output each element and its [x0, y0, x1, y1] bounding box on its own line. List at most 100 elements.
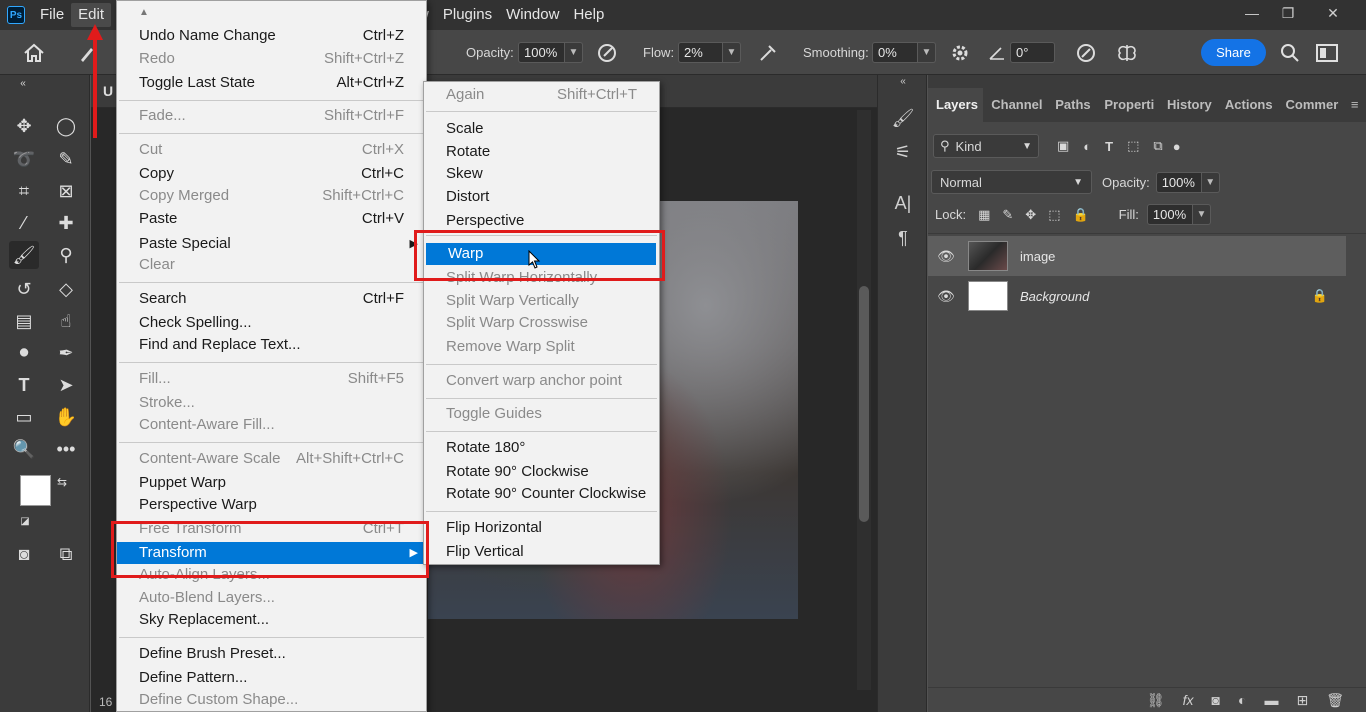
filter-image-icon[interactable]: ▣ [1057, 138, 1069, 154]
smoothing-field[interactable]: 0% [872, 42, 918, 63]
menu-item-fade[interactable]: Fade... Shift+Ctrl+F [117, 105, 426, 127]
collapse-icon[interactable]: « [8, 77, 38, 89]
menu-item-check-spelling[interactable]: Check Spelling... [117, 312, 426, 334]
eye-icon[interactable]: 👁 [928, 248, 964, 265]
character-panel-icon[interactable]: A| [888, 190, 918, 216]
quick-selection-tool-icon[interactable]: ✎ [51, 145, 81, 173]
menu-item-search[interactable]: Search Ctrl+F [117, 288, 426, 310]
foreground-color-swatch[interactable] [20, 475, 51, 506]
more-tools-icon[interactable]: ••• [51, 435, 81, 463]
zoom-tool-icon[interactable]: 🔍 [9, 435, 39, 463]
submenu-item-split-warp-crosswise[interactable]: Split Warp Crosswise [424, 312, 659, 334]
filter-kind-dropdown[interactable]: ⚲ Kind ▼ [933, 134, 1039, 158]
scroll-up-icon[interactable]: ▲ [139, 7, 149, 18]
menu-help[interactable]: Help [566, 3, 611, 27]
tab-layers[interactable]: Layers [928, 88, 984, 122]
adjustment-layer-icon[interactable]: ◐ [1238, 692, 1246, 708]
opacity-field[interactable]: 100% [518, 42, 565, 63]
airbrush-icon[interactable] [757, 30, 779, 75]
lock-position-icon[interactable]: ✥ [1025, 207, 1036, 223]
restore-button[interactable]: ❐ [1266, 2, 1310, 24]
pressure-size-icon[interactable] [1075, 30, 1097, 75]
menu-item-find-replace-text[interactable]: Find and Replace Text... [117, 334, 426, 356]
menu-item-define-custom-shape[interactable]: Define Custom Shape... [117, 689, 426, 711]
brush-tool-icon[interactable]: 🖌 [9, 241, 39, 269]
submenu-item-perspective[interactable]: Perspective [424, 210, 659, 232]
home-icon[interactable] [22, 30, 46, 75]
submenu-item-flip-vertical[interactable]: Flip Vertical [424, 541, 659, 563]
eye-icon[interactable]: 👁 [928, 288, 964, 305]
eyedropper-tool-icon[interactable]: ⁄ [9, 209, 39, 237]
tab-channels[interactable]: Channel [983, 88, 1047, 122]
path-selection-tool-icon[interactable]: ➤ [51, 371, 81, 399]
menu-item-copy[interactable]: Copy Ctrl+C [117, 163, 426, 185]
new-layer-icon[interactable]: ⊞ [1296, 692, 1308, 709]
menu-file[interactable]: File [33, 3, 71, 27]
menu-item-auto-align-layers[interactable]: Auto-Align Layers... [117, 564, 426, 586]
chevron-down-icon[interactable]: ▼ [918, 42, 936, 63]
marquee-tool-icon[interactable]: ◯ [51, 112, 81, 140]
filter-shape-icon[interactable]: ⬚ [1127, 138, 1139, 154]
search-icon[interactable] [1280, 30, 1300, 75]
menu-window[interactable]: Window [499, 3, 566, 27]
lock-artboard-icon[interactable]: ⬚ [1048, 207, 1060, 223]
share-button[interactable]: Share [1201, 39, 1266, 66]
smudge-tool-icon[interactable]: ☝ [51, 307, 81, 335]
submenu-item-again[interactable]: Again Shift+Ctrl+T [424, 84, 659, 106]
filter-smart-object-icon[interactable]: ⧉ [1153, 138, 1162, 154]
eraser-tool-icon[interactable]: ◇ [51, 275, 81, 303]
menu-item-free-transform[interactable]: Free Transform Ctrl+T [117, 518, 426, 540]
submenu-item-toggle-guides[interactable]: Toggle Guides [424, 403, 659, 425]
chevron-down-icon[interactable]: ▼ [565, 42, 583, 63]
screen-mode-icon[interactable]: ⧉ [51, 540, 81, 568]
submenu-item-split-warp-vertically[interactable]: Split Warp Vertically [424, 290, 659, 312]
submenu-item-rotate-180[interactable]: Rotate 180° [424, 437, 659, 459]
chevron-down-icon[interactable]: ▼ [1192, 204, 1211, 225]
gear-icon[interactable] [949, 30, 971, 75]
fx-icon[interactable]: fx [1183, 692, 1194, 708]
submenu-item-scale[interactable]: Scale [424, 118, 659, 140]
menu-item-clear[interactable]: Clear [117, 254, 426, 276]
menu-item-paste[interactable]: Paste Ctrl+V [117, 208, 426, 230]
pressure-opacity-icon[interactable] [596, 30, 618, 75]
default-colors-icon[interactable]: ◪ [16, 513, 34, 529]
submenu-item-convert-warp-anchor-point[interactable]: Convert warp anchor point [424, 370, 659, 392]
history-brush-tool-icon[interactable]: ↺ [9, 275, 39, 303]
menu-item-content-aware-scale[interactable]: Content-Aware Scale Alt+Shift+Ctrl+C [117, 448, 426, 470]
filter-toggle-icon[interactable]: ● [1173, 139, 1181, 154]
move-tool-icon[interactable]: ✥ [9, 112, 39, 140]
link-layers-icon[interactable]: ⛓ [1147, 692, 1165, 709]
frame-tool-icon[interactable]: ⊠ [51, 177, 81, 205]
crop-tool-icon[interactable]: ⌗ [9, 177, 39, 205]
fill-field[interactable]: 100% [1146, 204, 1193, 225]
chevron-down-icon[interactable]: ▼ [723, 42, 741, 63]
submenu-item-skew[interactable]: Skew [424, 163, 659, 185]
flow-field[interactable]: 2% [678, 42, 723, 63]
menu-plugins[interactable]: Plugins [436, 3, 499, 27]
submenu-item-distort[interactable]: Distort [424, 186, 659, 208]
lock-pixels-icon[interactable]: ▦ [978, 207, 990, 223]
menu-item-paste-special[interactable]: Paste Special ▶ [117, 233, 426, 255]
paragraph-panel-icon[interactable]: ¶ [888, 225, 918, 251]
menu-item-stroke[interactable]: Stroke... [117, 392, 426, 414]
menu-item-transform[interactable]: Transform ▶ [117, 542, 426, 564]
tab-paths[interactable]: Paths [1047, 88, 1096, 122]
trash-icon[interactable]: 🗑 [1326, 692, 1344, 709]
adjustments-icon[interactable]: ⚟ [888, 139, 918, 165]
lock-paint-icon[interactable]: ✎ [1002, 207, 1013, 223]
menu-item-copy-merged[interactable]: Copy Merged Shift+Ctrl+C [117, 185, 426, 207]
submenu-item-remove-warp-split[interactable]: Remove Warp Split [424, 336, 659, 358]
menu-item-content-aware-fill[interactable]: Content-Aware Fill... [117, 414, 426, 436]
gradient-tool-icon[interactable]: ▤ [9, 307, 39, 335]
tab-comments[interactable]: Commer [1278, 88, 1343, 122]
menu-item-sky-replacement[interactable]: Sky Replacement... [117, 609, 426, 631]
blend-mode-dropdown[interactable]: Normal ▼ [931, 170, 1092, 194]
clone-stamp-tool-icon[interactable]: ⚲ [51, 241, 81, 269]
swap-colors-icon[interactable]: ⇆ [52, 473, 72, 491]
menu-item-puppet-warp[interactable]: Puppet Warp [117, 472, 426, 494]
symmetry-icon[interactable] [1115, 30, 1139, 75]
menu-item-undo[interactable]: Undo Name Change Ctrl+Z [117, 25, 426, 47]
close-button[interactable]: ✕ [1311, 2, 1355, 24]
layer-row-background[interactable]: 👁 Background 🔒 [928, 276, 1346, 316]
dodge-tool-icon[interactable]: ⚫ [9, 339, 39, 367]
